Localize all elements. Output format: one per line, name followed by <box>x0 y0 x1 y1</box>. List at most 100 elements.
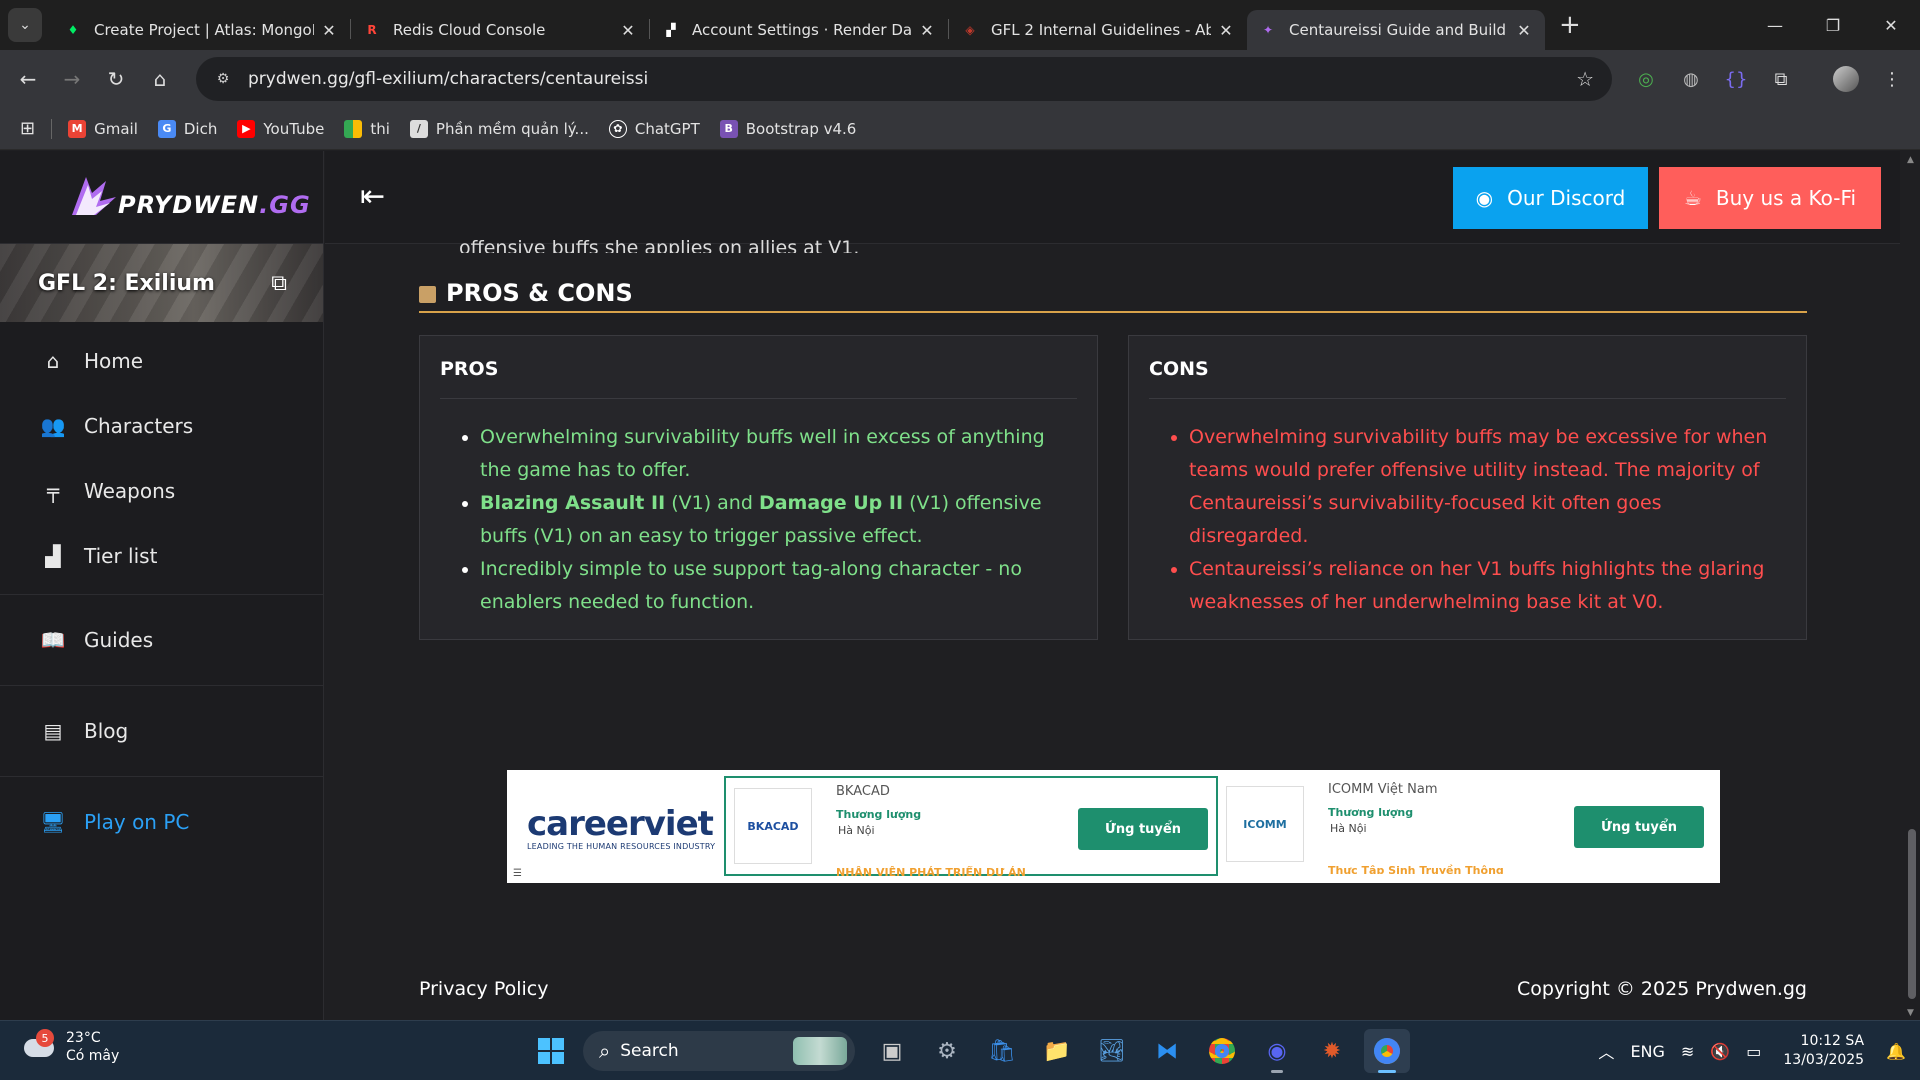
profile-avatar[interactable] <box>1826 59 1866 99</box>
tab-search-button[interactable]: ⌄ <box>8 8 42 42</box>
tab-mongodb[interactable]: ♦ Create Project | Atlas: MongoDB ✕ <box>52 10 350 50</box>
bookmark-label: ChatGPT <box>634 119 700 138</box>
close-icon[interactable]: ✕ <box>1217 21 1235 40</box>
privacy-policy-link[interactable]: Privacy Policy <box>419 978 548 1000</box>
settings-icon[interactable]: ⚙ <box>924 1029 970 1073</box>
system-tray: ︿ ENG ≋ 🔇 ▭ 10:12 SA 13/03/2025 🔔 <box>1590 1021 1920 1080</box>
speaker-muted-icon[interactable]: 🔇 <box>1710 1042 1730 1061</box>
puzzle-icon[interactable]: ⧉ <box>1761 59 1801 99</box>
home-browser-icon[interactable]: ⌂ <box>138 57 182 101</box>
pros-list: Overwhelming survivability buffs well in… <box>440 421 1077 619</box>
ad-banner[interactable]: careerviet LEADING THE HUMAN RESOURCES I… <box>507 770 1720 883</box>
windows-start-icon[interactable] <box>528 1029 574 1073</box>
browser-toolbar: ← → ↻ ⌂ ⚙ prydwen.gg/gfl-exilium/charact… <box>0 50 1920 108</box>
bookmark-label: Dich <box>183 119 218 138</box>
language-indicator[interactable]: ENG <box>1630 1042 1664 1061</box>
back-icon[interactable]: ← <box>6 57 50 101</box>
sidebar-item-play-on-pc[interactable]: 🖥 Play on PC <box>0 777 323 867</box>
menu-dots-icon[interactable]: ⋮ <box>1872 59 1912 99</box>
photos-icon[interactable]: 🏞 <box>1089 1029 1135 1073</box>
game-icon[interactable]: ✹ <box>1309 1029 1355 1073</box>
chrome-active-icon[interactable] <box>1364 1029 1410 1073</box>
chevron-up-icon[interactable]: ︿ <box>1598 1039 1614 1063</box>
bookmark-dich[interactable]: G Dich <box>157 119 218 138</box>
file-explorer-icon[interactable]: 📁 <box>1034 1029 1080 1073</box>
task-view-icon[interactable]: ▣ <box>869 1029 915 1073</box>
taskbar-search[interactable]: ⌕ Search <box>583 1031 855 1071</box>
chrome-icon[interactable] <box>1199 1029 1245 1073</box>
careerviet-logo[interactable]: careerviet LEADING THE HUMAN RESOURCES I… <box>527 804 715 851</box>
compass-icon[interactable]: ◍ <box>1671 59 1711 99</box>
apply-button[interactable]: Ứng tuyển <box>1078 808 1208 850</box>
scrollbar-thumb[interactable] <box>1908 829 1916 999</box>
job-card[interactable]: BKACAD BKACAD Thương lượng Hà Nội Ứng tu… <box>724 776 1218 876</box>
close-icon[interactable]: ✕ <box>320 21 338 40</box>
bookmark-label: Gmail <box>94 119 138 138</box>
store-icon[interactable]: 🛍 <box>979 1029 1025 1073</box>
forward-icon[interactable]: → <box>50 57 94 101</box>
tab-centaureissi[interactable]: ✦ Centaureissi Guide and Build | GFL 2 ✕ <box>1247 10 1545 50</box>
tab-render[interactable]: ▞ Account Settings · Render Dashboard ✕ <box>650 10 948 50</box>
site-info-icon[interactable]: ⚙ <box>210 66 236 92</box>
apply-button[interactable]: Ứng tuyển <box>1574 806 1704 848</box>
chevron-down-icon: ⌄ <box>19 17 31 33</box>
gun-icon: ╤ <box>46 478 60 503</box>
close-icon[interactable]: ✕ <box>619 21 637 40</box>
site-logo[interactable]: PRYDWEN.GG <box>0 151 323 244</box>
sidebar-item-characters[interactable]: 👥 Characters <box>0 393 323 458</box>
switch-game-icon[interactable]: ⧉ <box>271 271 287 296</box>
tab-title: Create Project | Atlas: MongoDB <box>94 21 314 39</box>
kofi-button[interactable]: ☕ Buy us a Ko-Fi <box>1659 167 1881 229</box>
sidebar-item-blog[interactable]: ▤ Blog <box>0 686 323 776</box>
reload-icon[interactable]: ↻ <box>94 57 138 101</box>
restore-icon[interactable]: ❐ <box>1804 0 1862 50</box>
tab-gfl-guidelines[interactable]: ◈ GFL 2 Internal Guidelines - Ablative ✕ <box>949 10 1247 50</box>
discord-button[interactable]: ◉ Our Discord <box>1453 167 1648 229</box>
sidebar-item-tier-list[interactable]: ▟ Tier list <box>0 523 323 588</box>
bookmark-label: Bootstrap v4.6 <box>745 119 857 138</box>
discord-taskbar-icon[interactable]: ◉ <box>1254 1029 1300 1073</box>
taskbar-clock[interactable]: 10:12 SA 13/03/2025 <box>1783 1032 1864 1070</box>
sidebar-item-home[interactable]: ⌂ Home <box>0 328 323 393</box>
bookmark-youtube[interactable]: ▶ YouTube <box>237 119 324 138</box>
apps-grid-icon[interactable]: ⊞ <box>20 118 35 139</box>
bookmark-star-icon[interactable]: ☆ <box>1576 67 1594 91</box>
close-icon[interactable]: ✕ <box>1515 21 1533 40</box>
ad-menu-icon[interactable]: ☰ <box>513 868 522 879</box>
extension-green-icon[interactable]: ◎ <box>1626 59 1666 99</box>
address-bar[interactable]: ⚙ prydwen.gg/gfl-exilium/characters/cent… <box>196 57 1612 101</box>
tab-title: Account Settings · Render Dashboard <box>692 21 912 39</box>
window-controls: — ❐ ✕ <box>1746 0 1920 50</box>
game-selector[interactable]: GFL 2: Exilium ⧉ <box>0 244 323 322</box>
job-title: Thực Tập Sinh Truyền Thông <box>1328 864 1504 874</box>
sidebar-item-weapons[interactable]: ╤ Weapons <box>0 458 323 523</box>
bookmark-chatgpt[interactable]: ✿ ChatGPT <box>608 119 700 138</box>
bookmark-gmail[interactable]: M Gmail <box>68 119 138 138</box>
close-window-icon[interactable]: ✕ <box>1862 0 1920 50</box>
monitor-icon: 🖥 <box>40 810 66 834</box>
tab-list: ♦ Create Project | Atlas: MongoDB ✕ R Re… <box>52 0 1581 50</box>
bookmark-phan-mem[interactable]: / Phần mềm quản lý... <box>409 119 589 138</box>
bookmark-bootstrap[interactable]: B Bootstrap v4.6 <box>719 119 857 138</box>
tab-redis[interactable]: R Redis Cloud Console ✕ <box>351 10 649 50</box>
notification-icon[interactable]: 🔔 <box>1886 1042 1906 1061</box>
close-icon[interactable]: ✕ <box>918 21 936 40</box>
translate-icon: G <box>157 119 176 138</box>
ad-brand: careerviet <box>527 804 714 844</box>
vscode-icon[interactable]: ⧓ <box>1144 1029 1190 1073</box>
weather-widget[interactable]: 5 23°C Có mây <box>22 1029 119 1065</box>
wifi-icon[interactable]: ≋ <box>1681 1042 1694 1061</box>
page-scrollbar[interactable]: ▲ ▼ <box>1904 151 1920 1020</box>
job-card[interactable]: ICOMM ICOMM Việt Nam Thương lượng Hà Nội… <box>1218 776 1712 876</box>
sidebar-item-label: Home <box>84 348 144 373</box>
collapse-sidebar-icon[interactable]: ⇤ <box>360 179 385 214</box>
search-icon: ⌕ <box>599 1039 611 1063</box>
bookmark-thi[interactable]: thi <box>344 119 390 138</box>
sidebar-item-guides[interactable]: 📖 Guides <box>0 595 323 685</box>
battery-icon[interactable]: ▭ <box>1746 1042 1761 1061</box>
scroll-up-icon[interactable]: ▲ <box>1907 155 1914 165</box>
new-tab-button[interactable]: + <box>1559 10 1581 40</box>
minimize-icon[interactable]: — <box>1746 0 1804 50</box>
scroll-down-icon[interactable]: ▼ <box>1907 1008 1914 1018</box>
braces-icon[interactable]: {} <box>1716 59 1756 99</box>
